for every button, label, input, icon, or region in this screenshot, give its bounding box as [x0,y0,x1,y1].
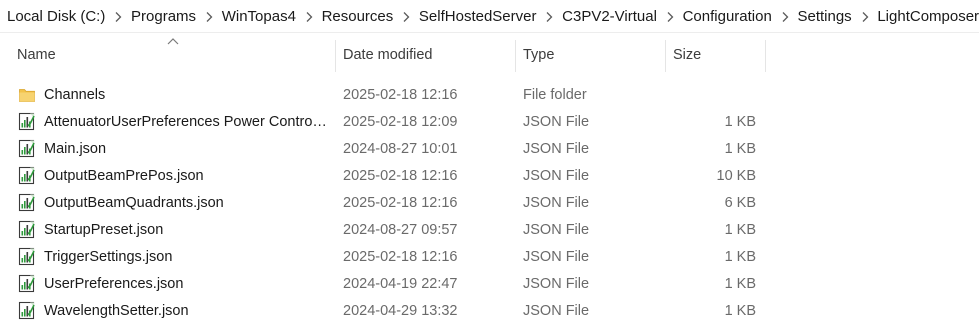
file-date-modified: 2024-04-29 13:32 [343,302,458,319]
json-file-icon [18,220,35,239]
file-type: JSON File [523,140,590,157]
file-date-modified: 2024-08-27 10:01 [343,140,458,157]
json-file-icon [18,112,35,131]
file-row[interactable]: OutputBeamPrePos.json 2025-02-18 12:16 JSO… [0,162,979,189]
chevron-right-icon[interactable] [772,8,798,25]
breadcrumb-item[interactable]: Programs [131,8,196,25]
file-date-modified: 2025-02-18 12:16 [343,167,458,184]
file-name: WavelengthSetter.json [44,302,189,319]
file-name-cell[interactable]: Main.json [18,135,330,162]
file-name-cell[interactable]: OutputBeamPrePos.json [18,162,330,189]
file-date-modified: 2024-08-27 09:57 [343,221,458,238]
file-date-modified: 2025-02-18 12:16 [343,86,458,103]
file-type: JSON File [523,275,590,292]
column-header-size-label: Size [673,47,702,63]
column-header-type-label: Type [523,47,555,63]
column-header-row: Name Date modified Type Size [0,38,979,72]
file-explorer-window: Local Disk (C:) Programs WinTopas4 Resource… [0,0,979,331]
file-name-cell[interactable]: StartupPreset.json [18,216,330,243]
json-file-icon [18,274,35,293]
file-name-cell[interactable]: OutputBeamQuadrants.json [18,189,330,216]
chevron-right-icon[interactable] [393,8,419,25]
json-file-icon [18,193,35,212]
file-type: JSON File [523,113,590,130]
file-date-modified: 2025-02-18 12:09 [343,113,458,130]
file-row[interactable]: StartupPreset.json 2024-08-27 09:57 JSON F… [0,216,979,243]
file-row[interactable]: OutputBeamQuadrants.json 2025-02-18 12:16… [0,189,979,216]
breadcrumb-item[interactable]: WinTopas4 [222,8,296,25]
breadcrumb-item[interactable]: Configuration [683,8,772,25]
file-row[interactable]: TriggerSettings.json 2025-02-18 12:16 JSON… [0,243,979,270]
breadcrumb-item[interactable]: Settings [797,8,851,25]
chevron-right-icon[interactable] [657,8,683,25]
file-name: AttenuatorUserPreferences Power Control.… [44,113,330,130]
column-divider[interactable] [515,40,516,72]
file-size: 6 KB [724,194,756,211]
file-type: JSON File [523,248,590,265]
file-name: OutputBeamPrePos.json [44,167,204,184]
breadcrumb-item[interactable]: LightComposer [877,8,979,25]
file-type: JSON File [523,221,590,238]
file-name-cell[interactable]: WavelengthSetter.json [18,297,330,324]
file-size: 1 KB [724,113,756,130]
file-list: Channels 2025-02-18 12:16 File folder Atten… [0,81,979,324]
file-name: Main.json [44,140,107,157]
file-date-modified: 2025-02-18 12:16 [343,194,458,211]
file-name: OutputBeamQuadrants.json [44,194,224,211]
column-header-date[interactable]: Date modified [343,38,515,72]
file-size [666,81,756,108]
file-size: 1 KB [724,221,756,238]
file-size: 1 KB [724,275,756,292]
file-row[interactable]: Main.json 2024-08-27 10:01 JSON File 1 KB [0,135,979,162]
json-file-icon [18,139,35,158]
chevron-right-icon[interactable] [852,8,878,25]
file-name-cell[interactable]: TriggerSettings.json [18,243,330,270]
file-size: 1 KB [724,302,756,319]
file-name: Channels [44,86,106,103]
file-type: JSON File [523,167,590,184]
file-type: File folder [523,86,587,103]
file-row[interactable]: UserPreferences.json 2024-04-19 22:47 JSON… [0,270,979,297]
breadcrumb-item[interactable]: SelfHostedServer [419,8,537,25]
breadcrumb-item[interactable]: Local Disk (C:) [7,8,105,25]
breadcrumb-item[interactable]: Resources [322,8,394,25]
column-divider[interactable] [665,40,666,72]
column-header-name-label: Name [17,47,56,63]
file-size: 1 KB [724,248,756,265]
file-date-modified: 2025-02-18 12:16 [343,248,458,265]
file-name-cell[interactable]: AttenuatorUserPreferences Power Control.… [18,108,330,135]
file-row[interactable]: Channels 2025-02-18 12:16 File folder [0,81,979,108]
file-row[interactable]: AttenuatorUserPreferences Power Control.… [0,108,979,135]
chevron-up-icon [167,38,179,45]
breadcrumb-divider [0,32,979,33]
column-divider[interactable] [335,40,336,72]
json-file-icon [18,247,35,266]
breadcrumb-item[interactable]: C3PV2-Virtual [562,8,657,25]
json-file-icon [18,301,35,320]
column-header-type[interactable]: Type [523,38,665,72]
column-divider[interactable] [765,40,766,72]
folder-icon [19,89,35,102]
json-file-icon [18,166,35,185]
file-name: StartupPreset.json [44,221,164,238]
file-type: JSON File [523,302,590,319]
file-name-cell[interactable]: UserPreferences.json [18,270,330,297]
file-name: UserPreferences.json [44,275,184,292]
chevron-right-icon[interactable] [105,8,131,25]
file-size: 1 KB [724,140,756,157]
breadcrumb: Local Disk (C:) Programs WinTopas4 Resource… [0,0,979,32]
file-size: 10 KB [716,167,757,184]
file-name: TriggerSettings.json [44,248,173,265]
column-header-date-label: Date modified [343,47,433,63]
chevron-right-icon[interactable] [296,8,322,25]
file-row[interactable]: WavelengthSetter.json 2024-04-29 13:32 JSO… [0,297,979,324]
column-header-size[interactable]: Size [673,38,765,72]
chevron-right-icon[interactable] [536,8,562,25]
file-name-cell[interactable]: Channels [18,81,330,108]
file-type: JSON File [523,194,590,211]
file-date-modified: 2024-04-19 22:47 [343,275,458,292]
chevron-right-icon[interactable] [196,8,222,25]
